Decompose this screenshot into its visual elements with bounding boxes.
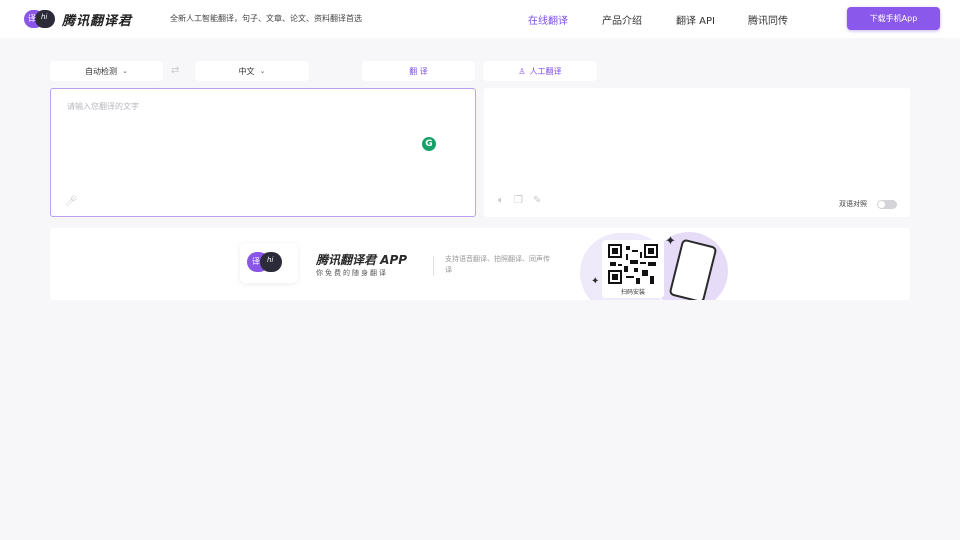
app-title: 腾讯翻译君 APP [316, 253, 408, 267]
app-promo-banner: 译 hi 腾讯翻译君 APP 你免费的随身翻译 支持语音翻译、拍照翻译、同声传译 … [50, 228, 910, 300]
human-translate-button[interactable]: ♙ 人工翻译 [483, 61, 597, 81]
translate-button[interactable]: 翻 译 [362, 61, 475, 81]
qr-card: 扫码安装 [602, 240, 664, 298]
target-language-label: 中文 [238, 66, 255, 76]
bilingual-compare-toggle[interactable] [877, 200, 897, 209]
grammarly-icon[interactable]: G [422, 137, 436, 151]
speaker-icon[interactable]: 🔈︎ [498, 195, 504, 206]
app-features: 支持语音翻译、拍照翻译、同声传译 [445, 255, 550, 274]
swap-icon[interactable]: ⇄ [171, 65, 179, 76]
source-text-panel[interactable]: 请输入您翻译的文字 G 🎤︎ [50, 88, 476, 217]
top-header: 译 hi 腾讯翻译君 全新人工智能翻译，句子、文章、论文、资料翻译首选 在线翻译 … [0, 0, 960, 38]
bilingual-compare-label: 双语对照 [839, 200, 867, 208]
source-input-placeholder[interactable]: 请输入您翻译的文字 [67, 101, 139, 112]
download-app-button[interactable]: 下载手机App [847, 7, 940, 30]
edit-icon[interactable]: ✎ [533, 195, 541, 206]
divider [433, 256, 434, 276]
microphone-icon[interactable]: 🎤︎ [65, 196, 79, 208]
nav-translate-api[interactable]: 翻译 API [676, 12, 715, 27]
source-language-select[interactable]: 自动检测 ⌄ [50, 61, 163, 81]
scan-install-label: 扫码安装 [620, 289, 645, 296]
nav-online-translate[interactable]: 在线翻译 [528, 12, 568, 27]
human-translate-label: 人工翻译 [529, 66, 562, 76]
logo-text: 腾讯翻译君 [62, 13, 133, 29]
sparkle-icon: ✦ [665, 234, 676, 249]
site-logo[interactable]: 译 hi 腾讯翻译君 [24, 8, 144, 30]
app-subtitle: 你免费的随身翻译 [316, 269, 388, 277]
chevron-down-icon: ⌄ [259, 67, 266, 75]
source-language-label: 自动检测 [85, 66, 118, 76]
person-icon: ♙ [518, 66, 526, 76]
copy-icon[interactable]: ❐ [514, 195, 523, 206]
chevron-down-icon: ⌄ [122, 67, 128, 75]
logo-icon: 译 hi [24, 8, 58, 30]
app-logo-icon: 译 hi [240, 243, 298, 283]
sparkle-icon: ✦ [591, 276, 600, 287]
target-language-select[interactable]: 中文 ⌄ [195, 61, 309, 81]
nav-product-intro[interactable]: 产品介绍 [602, 12, 642, 27]
qr-code-icon [608, 244, 658, 284]
nav-simultaneous[interactable]: 腾讯同传 [748, 12, 788, 27]
target-actions: 🔈︎ ❐ ✎ [498, 195, 541, 206]
target-text-panel: 🔈︎ ❐ ✎ 双语对照 [484, 88, 910, 217]
header-slogan: 全新人工智能翻译，句子、文章、论文、资料翻译首选 [170, 14, 362, 23]
